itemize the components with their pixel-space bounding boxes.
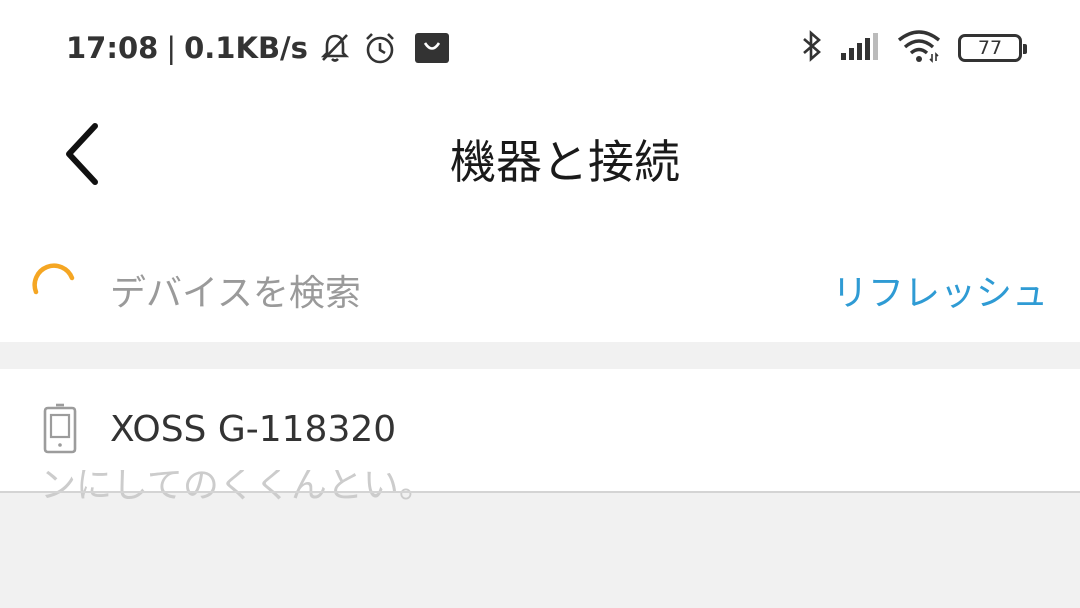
- alarm-icon: [362, 30, 398, 66]
- device-icon: [43, 403, 77, 454]
- page-title: 機器と接続: [450, 135, 680, 189]
- status-bar: 17:08 | 0.1KB/s 77: [0, 0, 1080, 96]
- clock: 17:08: [66, 31, 159, 65]
- search-row: デバイスを検索 リフレッシュ: [0, 216, 1080, 342]
- store-bag-icon: [414, 30, 450, 66]
- search-status-label: デバイスを検索: [110, 273, 361, 314]
- app-header: 機器と接続: [0, 96, 1080, 216]
- status-left: 17:08 | 0.1KB/s: [66, 28, 450, 68]
- signal-icon: [840, 31, 880, 65]
- background-text: ンにしてのくくんとい。: [40, 470, 435, 506]
- bell-muted-icon: [318, 31, 352, 65]
- battery-level: 77: [977, 37, 1003, 59]
- bluetooth-icon: [800, 29, 824, 67]
- device-name: XOSS G-118320: [110, 409, 397, 450]
- status-separator: |: [166, 31, 177, 65]
- battery-indicator: 77: [958, 34, 1027, 62]
- wifi-icon: [896, 29, 942, 67]
- list-divider: [0, 491, 1080, 493]
- screen: 17:08 | 0.1KB/s 77 機器と接続 デバイスを検索 リフレッシュ …: [0, 0, 1080, 608]
- refresh-button[interactable]: リフレッシュ: [832, 264, 1048, 316]
- status-right: 77: [800, 28, 1027, 68]
- network-speed: 0.1KB/s: [184, 31, 308, 65]
- loading-spinner-icon: [32, 263, 75, 295]
